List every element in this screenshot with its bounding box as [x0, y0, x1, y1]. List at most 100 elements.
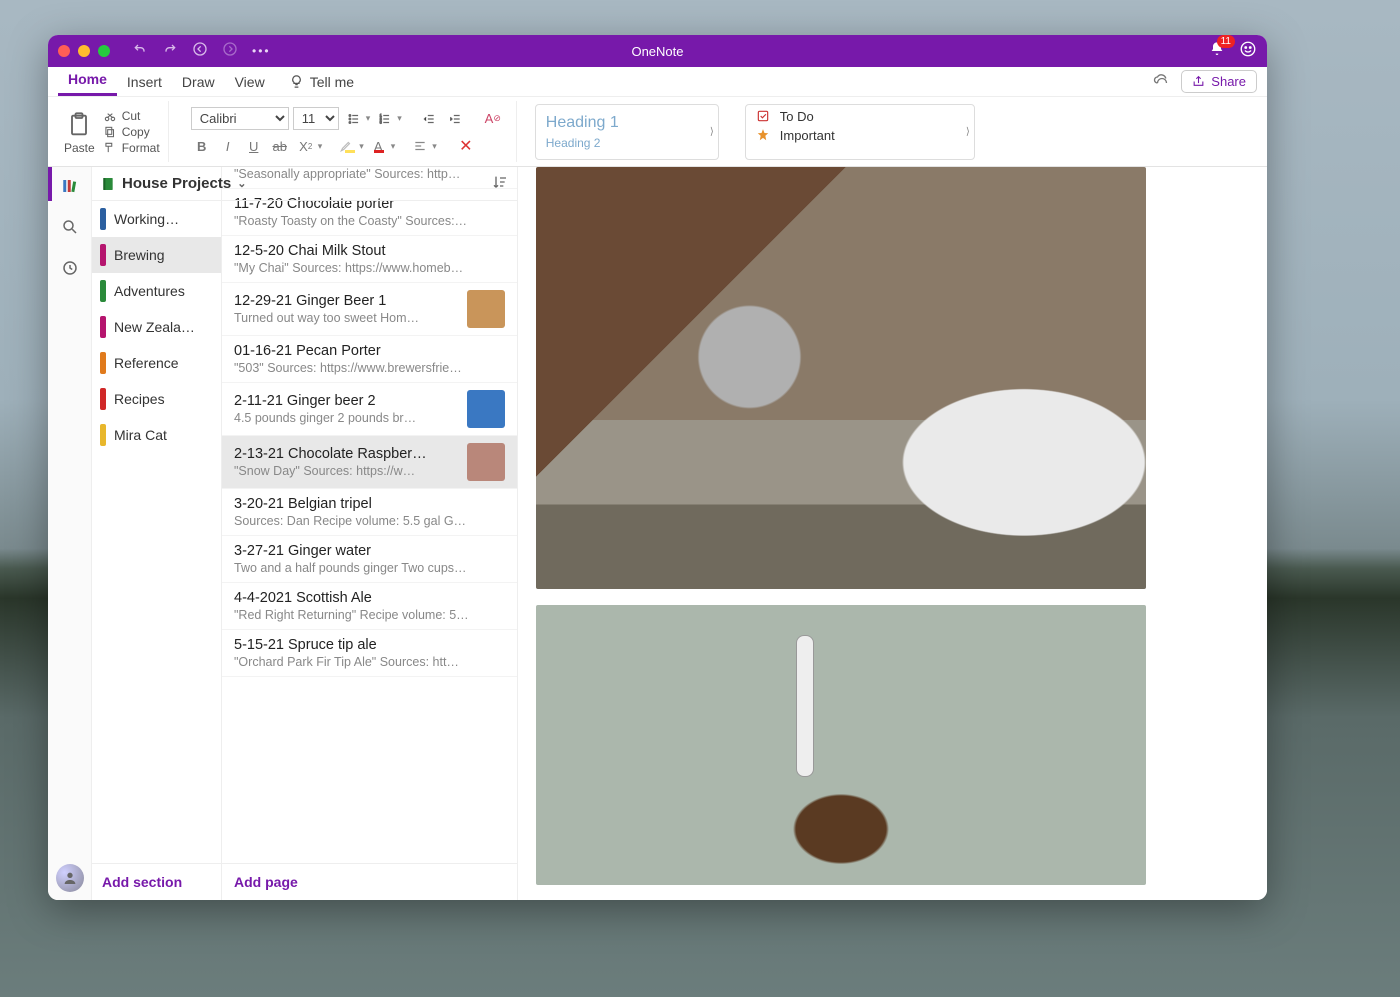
tell-me-button[interactable]: Tell me — [279, 70, 364, 94]
close-window-button[interactable] — [58, 45, 70, 57]
bold-button[interactable]: B — [191, 136, 213, 156]
sync-status-icon[interactable] — [1153, 71, 1171, 92]
svg-text:3: 3 — [380, 120, 382, 124]
page-item[interactable]: 12-5-20 Chai Milk Stout "My Chai" Sources… — [222, 236, 517, 283]
cut-button[interactable]: Cut — [103, 109, 160, 123]
section-item[interactable]: Adventures — [92, 273, 221, 309]
notification-badge: 11 — [1217, 35, 1235, 48]
add-page-button[interactable]: Add page — [222, 863, 517, 900]
page-snippet: Turned out way too sweet Hom… — [234, 311, 459, 325]
paste-button[interactable]: Paste — [64, 109, 95, 155]
section-item[interactable]: New Zeala… — [92, 309, 221, 345]
page-item[interactable]: 4-4-2021 Scottish Ale"Red Right Returnin… — [222, 583, 517, 630]
page-snippet: "My Chai" Sources: https://www.homeb… — [234, 261, 505, 275]
account-avatar[interactable] — [56, 864, 84, 892]
minimize-window-button[interactable] — [78, 45, 90, 57]
section-color-tab — [100, 388, 106, 410]
page-item[interactable]: 3-27-21 Ginger waterTwo and a half pound… — [222, 536, 517, 583]
share-button[interactable]: Share — [1181, 70, 1257, 93]
tag-todo[interactable]: To Do — [756, 109, 964, 124]
font-family-select[interactable]: Calibri — [191, 107, 289, 130]
section-item[interactable]: Brewing — [92, 237, 221, 273]
subscript-button[interactable]: X2 — [295, 136, 317, 156]
highlight-button[interactable] — [336, 136, 358, 156]
page-title: 2-11-21 Ginger beer 2 — [234, 393, 459, 409]
section-label: Working… — [114, 211, 179, 227]
pages-column: 9-27-20 Pumpkin Ale"Seasonally appropria… — [222, 167, 518, 900]
left-rail — [48, 167, 92, 900]
copy-button[interactable]: Copy — [103, 125, 160, 139]
notebook-picker[interactable]: House Projects ⌄ — [92, 167, 518, 201]
page-item[interactable]: 12-29-21 Ginger Beer 1 Turned out way too… — [222, 283, 517, 336]
recent-icon[interactable] — [61, 259, 79, 282]
page-title: 12-5-20 Chai Milk Stout — [234, 243, 505, 259]
align-button[interactable] — [409, 136, 431, 156]
section-item[interactable]: Working… — [92, 201, 221, 237]
tab-home[interactable]: Home — [58, 67, 117, 96]
page-item[interactable]: 01-16-21 Pecan Porter"503" Sources: http… — [222, 336, 517, 383]
nav-forward-button[interactable] — [222, 41, 238, 62]
section-color-tab — [100, 424, 106, 446]
page-snippet: "Snow Day" Sources: https://w… — [234, 464, 459, 478]
strikethrough-button[interactable]: ab — [269, 136, 291, 156]
nav-back-button[interactable] — [192, 41, 208, 62]
section-item[interactable]: Mira Cat — [92, 417, 221, 453]
window-controls — [58, 45, 110, 57]
page-title: 5-15-21 Spruce tip ale — [234, 637, 505, 653]
tags-gallery[interactable]: To Do Important ⟩ — [745, 104, 975, 160]
style-heading1[interactable]: Heading 1 — [546, 114, 708, 132]
format-painter-button[interactable]: Format — [103, 141, 160, 155]
font-size-select[interactable]: 11 — [293, 107, 339, 130]
menubar: Home Insert Draw View Tell me Share — [48, 67, 1267, 97]
sort-pages-button[interactable] — [492, 174, 508, 194]
page-snippet: "Orchard Park Fir Tip Ale" Sources: htt… — [234, 655, 505, 669]
redo-button[interactable] — [162, 41, 178, 62]
clear-formatting-button[interactable]: A⊘ — [482, 109, 504, 129]
add-section-button[interactable]: Add section — [92, 863, 221, 900]
indent-button[interactable] — [444, 109, 466, 129]
sections-column: House Projects ⌄ Working…BrewingAdventur… — [92, 167, 222, 900]
section-item[interactable]: Recipes — [92, 381, 221, 417]
notebooks-icon[interactable] — [61, 177, 79, 200]
rail-active-indicator — [48, 167, 52, 201]
page-item[interactable]: 3-20-21 Belgian tripelSources: Dan Recip… — [222, 489, 517, 536]
page-canvas[interactable] — [518, 167, 1267, 900]
italic-button[interactable]: I — [217, 136, 239, 156]
numbering-button[interactable]: 123 — [374, 109, 396, 129]
tags-more-icon[interactable]: ⟩ — [966, 126, 970, 137]
page-item[interactable]: 2-11-21 Ginger beer 24.5 pounds ginger 2… — [222, 383, 517, 436]
zoom-window-button[interactable] — [98, 45, 110, 57]
section-color-tab — [100, 352, 106, 374]
font-color-button[interactable]: A — [368, 136, 390, 156]
notifications-button[interactable]: 11 — [1209, 41, 1225, 62]
section-color-tab — [100, 244, 106, 266]
page-item[interactable]: 2-13-21 Chocolate Raspber…"Snow Day" Sou… — [222, 436, 517, 489]
tab-view[interactable]: View — [225, 70, 275, 94]
delete-button[interactable]: ✕ — [455, 136, 477, 156]
outdent-button[interactable] — [418, 109, 440, 129]
page-title: 12-29-21 Ginger Beer 1 — [234, 293, 459, 309]
note-tag-icon[interactable] — [518, 257, 520, 280]
page-item[interactable]: 5-15-21 Spruce tip ale "Orchard Park Fir … — [222, 630, 517, 677]
search-icon[interactable] — [61, 218, 79, 241]
styles-more-icon[interactable]: ⟩ — [710, 126, 714, 137]
more-button[interactable]: ••• — [252, 44, 271, 58]
section-label: Mira Cat — [114, 427, 167, 443]
page-snippet: "Roasty Toasty on the Coasty" Sources:… — [234, 214, 505, 228]
underline-button[interactable]: U — [243, 136, 265, 156]
section-item[interactable]: Reference — [92, 345, 221, 381]
style-heading2[interactable]: Heading 2 — [546, 136, 708, 150]
app-window: ••• OneNote 11 Home Insert Draw View Tel… — [48, 35, 1267, 900]
section-label: Adventures — [114, 283, 185, 299]
section-color-tab — [100, 208, 106, 230]
tab-insert[interactable]: Insert — [117, 70, 172, 94]
undo-button[interactable] — [132, 41, 148, 62]
bullets-button[interactable] — [343, 109, 365, 129]
embedded-image-2[interactable] — [536, 605, 1146, 885]
tag-important[interactable]: Important — [756, 128, 964, 143]
feedback-smile-button[interactable] — [1239, 40, 1257, 63]
embedded-image-1[interactable] — [536, 167, 1146, 589]
tab-draw[interactable]: Draw — [172, 70, 225, 94]
styles-gallery[interactable]: Heading 1 Heading 2 ⟩ — [535, 104, 719, 160]
section-label: New Zeala… — [114, 319, 195, 335]
